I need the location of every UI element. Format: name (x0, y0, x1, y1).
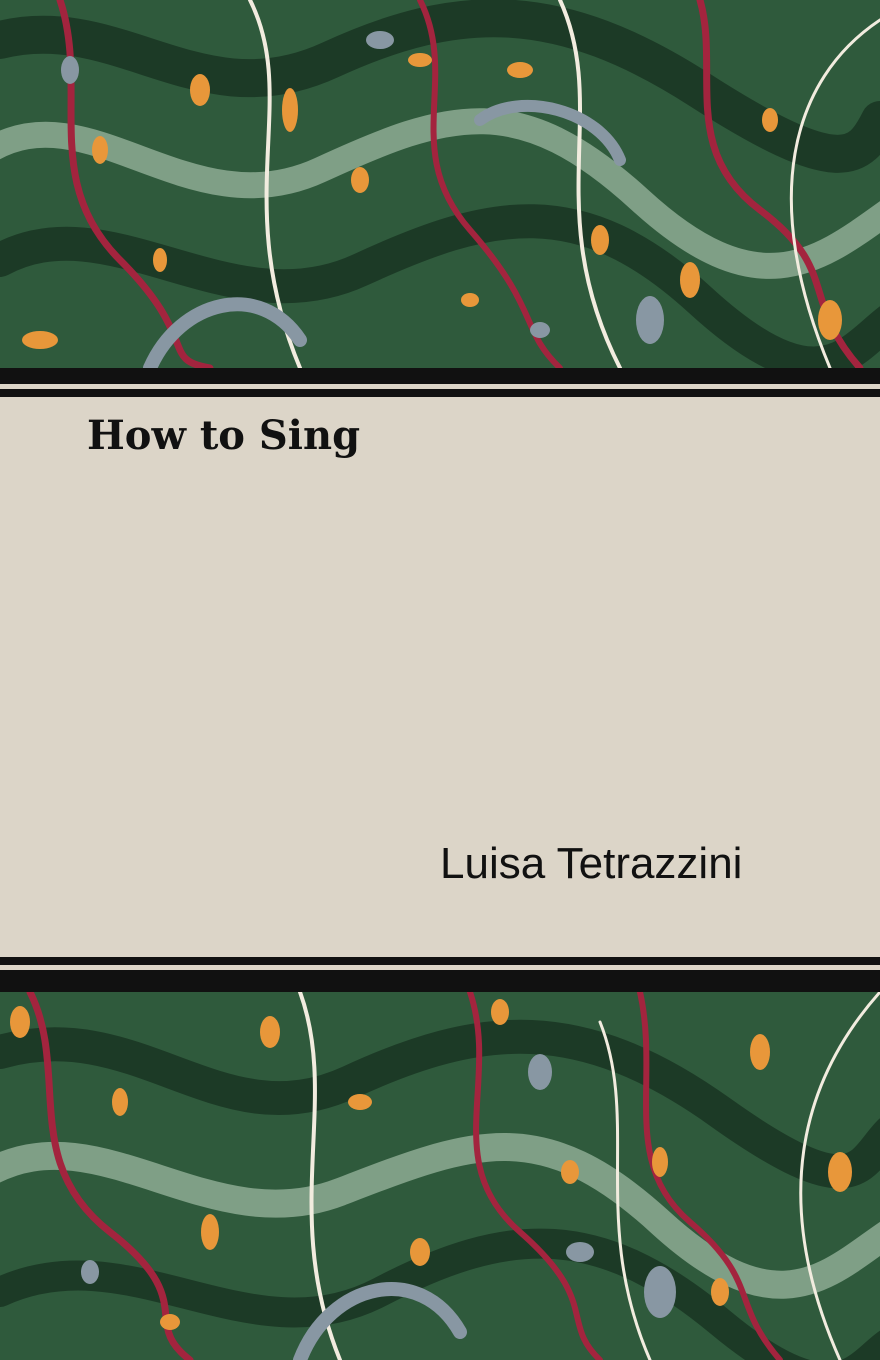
marble-art-top (0, 0, 880, 368)
book-cover: How to Sing Luisa Tetrazzini (0, 0, 880, 1360)
marble-art-bottom (0, 992, 880, 1360)
marbled-pattern-top (0, 0, 880, 368)
book-author: Luisa Tetrazzini (440, 839, 743, 888)
divider-line-bottom (0, 957, 880, 965)
divider-band-top (0, 368, 880, 384)
book-title: How to Sing (87, 412, 361, 459)
divider-line-top (0, 389, 880, 397)
divider-band-bottom (0, 970, 880, 992)
marbled-pattern-bottom (0, 992, 880, 1360)
